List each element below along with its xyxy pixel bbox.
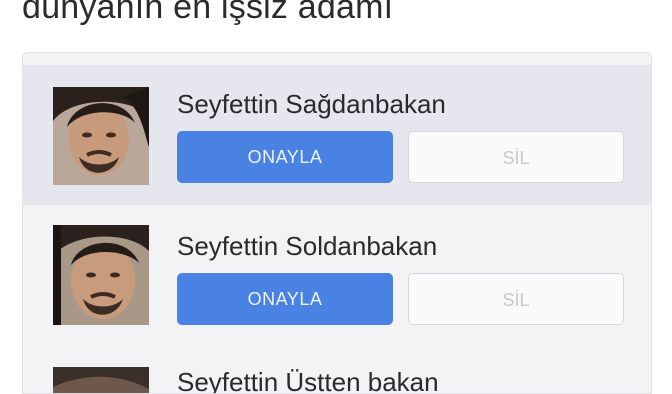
avatar-photo-icon	[53, 367, 149, 393]
friend-request-item: Seyfettin Soldanbakan ONAYLA SİL	[23, 205, 651, 351]
avatar-photo-icon	[53, 225, 149, 325]
confirm-button[interactable]: ONAYLA	[177, 273, 393, 325]
avatar[interactable]	[53, 367, 149, 393]
avatar-photo-icon	[53, 87, 149, 185]
friend-request-list: Seyfettin Sağdanbakan ONAYLA SİL Seyfett…	[22, 52, 652, 394]
delete-button[interactable]: SİL	[408, 131, 624, 183]
friend-request-item: Seyfettin Üstten bakan	[23, 351, 651, 393]
request-name[interactable]: Seyfettin Soldanbakan	[177, 231, 437, 262]
avatar[interactable]	[53, 225, 149, 325]
caption-text: dünyanın en işsiz adamı	[22, 0, 394, 26]
avatar[interactable]	[53, 87, 149, 185]
request-name[interactable]: Seyfettin Üstten bakan	[177, 367, 439, 393]
request-name[interactable]: Seyfettin Sağdanbakan	[177, 89, 446, 120]
friend-request-item: Seyfettin Sağdanbakan ONAYLA SİL	[23, 65, 651, 205]
delete-button[interactable]: SİL	[408, 273, 624, 325]
confirm-button[interactable]: ONAYLA	[177, 131, 393, 183]
